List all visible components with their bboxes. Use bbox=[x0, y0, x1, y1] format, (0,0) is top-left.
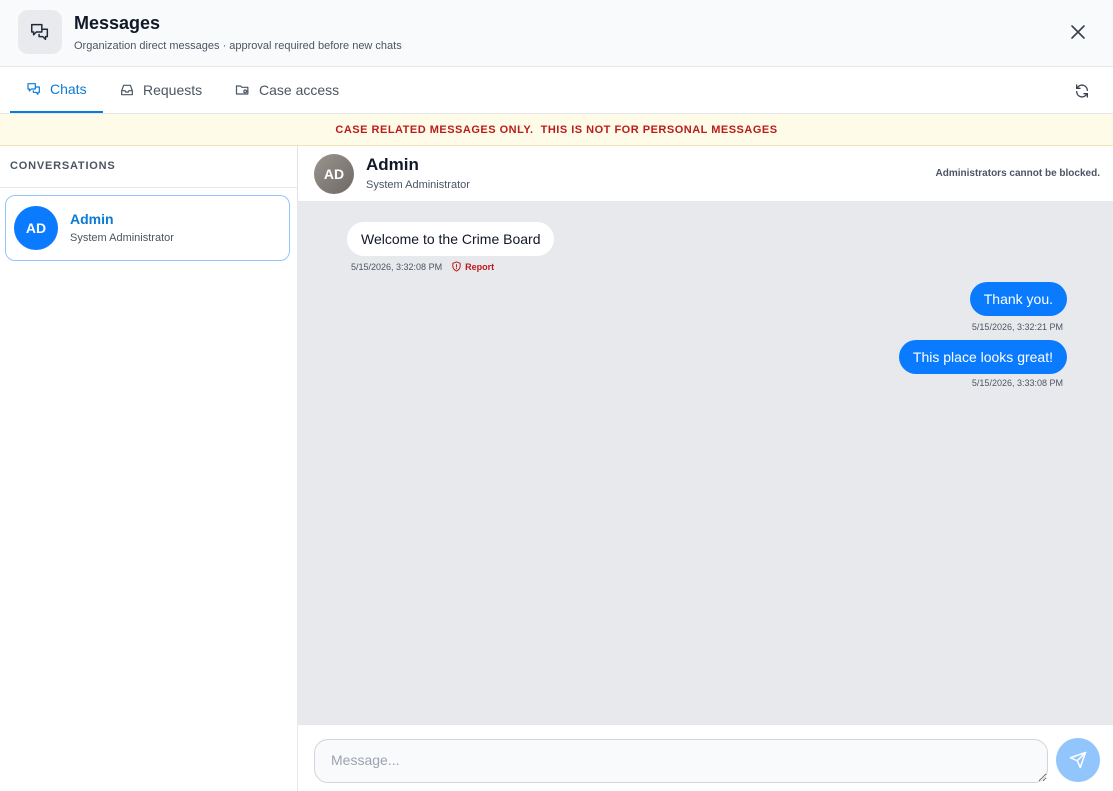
message-timestamp: 5/15/2026, 3:33:08 PM bbox=[971, 378, 1063, 388]
shield-alert-icon bbox=[452, 261, 461, 272]
message-text: Thank you. bbox=[983, 291, 1053, 307]
page-title: Messages bbox=[74, 13, 161, 33]
close-button[interactable] bbox=[1066, 20, 1090, 44]
tab-case-access[interactable]: Case access bbox=[218, 67, 355, 113]
divider bbox=[0, 187, 297, 188]
message-bubble-outgoing: This place looks great! bbox=[898, 340, 1067, 374]
message-timestamp: 5/15/2026, 3:32:21 PM bbox=[971, 322, 1063, 332]
tab-label: Chats bbox=[50, 81, 87, 97]
tab-bar: Chats Requests Case access bbox=[0, 67, 1113, 114]
message-composer bbox=[298, 724, 1113, 791]
message-input[interactable] bbox=[314, 739, 1048, 783]
refresh-icon bbox=[1076, 84, 1088, 98]
page-subtitle: Organization direct messages · approval … bbox=[74, 40, 402, 52]
message-timestamp: 5/15/2026, 3:32:08 PM bbox=[351, 261, 443, 272]
tab-label: Requests bbox=[143, 82, 203, 98]
tab-label: Case access bbox=[259, 82, 340, 98]
message-text: This place looks great! bbox=[912, 349, 1053, 365]
tab-chats[interactable]: Chats bbox=[10, 67, 103, 113]
send-icon bbox=[1069, 751, 1087, 769]
chat-bubbles-icon bbox=[27, 83, 40, 95]
conversation-name: Admin bbox=[70, 211, 114, 227]
report-button[interactable]: Report bbox=[451, 261, 494, 272]
chat-bubbles-icon bbox=[18, 10, 62, 54]
message-bubble-outgoing: Thank you. bbox=[969, 282, 1067, 316]
close-icon bbox=[1071, 25, 1085, 39]
chat-contact-name: Admin bbox=[366, 155, 419, 174]
avatar: AD bbox=[314, 154, 354, 194]
sidebar-heading: CONVERSATIONS bbox=[10, 160, 116, 172]
message-list[interactable]: Welcome to the Crime Board 5/15/2026, 3:… bbox=[298, 202, 1113, 724]
conversation-role: System Administrator bbox=[70, 232, 174, 244]
chat-header: AD Admin System Administrator Administra… bbox=[298, 146, 1113, 202]
chat-contact-role: System Administrator bbox=[366, 179, 470, 191]
conversation-item-admin[interactable]: AD Admin System Administrator bbox=[5, 195, 290, 261]
message-text: Welcome to the Crime Board bbox=[361, 231, 541, 247]
send-button[interactable] bbox=[1056, 738, 1100, 782]
message-bubble-incoming: Welcome to the Crime Board bbox=[347, 222, 555, 256]
block-note: Administrators cannot be blocked. bbox=[935, 168, 1100, 179]
tab-requests[interactable]: Requests bbox=[103, 67, 218, 113]
warning-banner: CASE RELATED MESSAGES ONLY. THIS IS NOT … bbox=[0, 114, 1113, 146]
messages-header: Messages Organization direct messages · … bbox=[0, 0, 1113, 67]
avatar: AD bbox=[14, 206, 58, 250]
inbox-icon bbox=[121, 84, 133, 96]
conversations-sidebar: CONVERSATIONS AD Admin System Administra… bbox=[0, 146, 298, 791]
folder-key-icon bbox=[235, 85, 249, 95]
refresh-button[interactable] bbox=[1071, 80, 1093, 102]
message-meta: 5/15/2026, 3:32:08 PM Report bbox=[351, 261, 494, 272]
report-label: Report bbox=[465, 261, 495, 272]
